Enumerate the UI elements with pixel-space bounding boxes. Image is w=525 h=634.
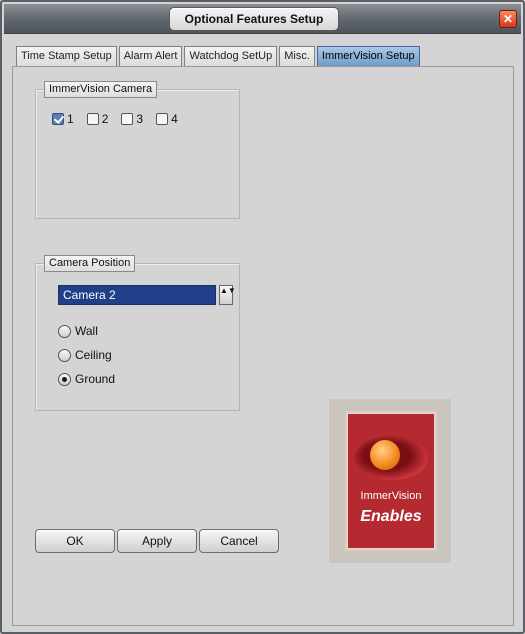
select-spinner-icon[interactable]: ▲▼ — [219, 285, 236, 305]
tab-panel: ImmerVision Camera 1 2 3 4 Camera Positi… — [12, 66, 514, 626]
radio-button[interactable] — [58, 348, 71, 362]
logo-ball-icon — [370, 440, 400, 470]
checkbox-box[interactable] — [86, 113, 99, 125]
camera-select[interactable]: Camera 2 — [58, 285, 216, 305]
logo-badge: ImmerVision Enables — [347, 413, 435, 549]
radio-ground[interactable]: Ground — [58, 372, 115, 386]
camera-position-group: Camera Position Camera 2 ▲▼ Wall Ceiling… — [35, 255, 240, 411]
cancel-button[interactable]: Cancel — [199, 529, 279, 553]
radio-label: Wall — [75, 324, 98, 338]
checkbox-label: 3 — [136, 112, 144, 126]
camera-checkbox-3[interactable]: 3 — [121, 112, 143, 126]
logo-tagline: Enables — [360, 508, 422, 525]
camera-checkbox-row: 1 2 3 4 — [52, 112, 191, 126]
immervision-logo: ImmerVision Enables — [329, 399, 451, 563]
window-title: Optional Features Setup — [169, 7, 339, 31]
apply-button[interactable]: Apply — [117, 529, 197, 553]
radio-wall[interactable]: Wall — [58, 324, 98, 338]
logo-name: ImmerVision — [360, 490, 422, 502]
tab-watchdog-setup[interactable]: Watchdog SetUp — [184, 46, 278, 66]
dialog-window: Optional Features Setup ✕ Time Stamp Set… — [0, 0, 525, 634]
radio-ceiling[interactable]: Ceiling — [58, 348, 112, 362]
camera-checkbox-4[interactable]: 4 — [156, 112, 178, 126]
checkbox-label: 4 — [171, 112, 178, 126]
checkbox-box[interactable] — [156, 113, 169, 125]
radio-button[interactable] — [58, 324, 71, 338]
close-icon[interactable]: ✕ — [499, 10, 517, 28]
tab-misc[interactable]: Misc. — [279, 46, 315, 66]
radio-label: Ceiling — [75, 348, 112, 362]
checkbox-label: 2 — [101, 112, 109, 126]
ok-button[interactable]: OK — [35, 529, 115, 553]
group-label: Camera Position — [44, 255, 136, 272]
radio-button[interactable] — [58, 372, 71, 386]
tab-immervision-setup[interactable]: ImmerVision Setup — [316, 46, 420, 66]
tab-bar: Time Stamp Setup Alarm Alert Watchdog Se… — [16, 46, 422, 66]
tab-time-stamp-setup[interactable]: Time Stamp Setup — [16, 46, 117, 66]
group-label: ImmerVision Camera — [44, 81, 158, 98]
checkbox-label: 1 — [67, 112, 74, 126]
camera-checkbox-2[interactable]: 2 — [86, 112, 109, 126]
camera-checkbox-1[interactable]: 1 — [52, 112, 74, 126]
checkbox-box[interactable] — [121, 113, 134, 125]
title-bar[interactable]: Optional Features Setup ✕ — [4, 4, 521, 34]
radio-label: Ground — [75, 372, 116, 386]
tab-alarm-alert[interactable]: Alarm Alert — [118, 46, 183, 66]
immervision-camera-group: ImmerVision Camera 1 2 3 4 — [35, 81, 240, 219]
checkbox-box[interactable] — [52, 113, 64, 125]
